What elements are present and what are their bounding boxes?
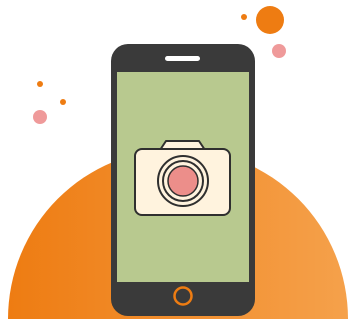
- phone-camera-illustration: [0, 0, 350, 319]
- decor-dot-pink-left: [33, 110, 47, 124]
- decor-dot-orange-small: [241, 14, 247, 20]
- decor-dot-orange-large: [256, 6, 284, 34]
- decor-dot-orange-left-top: [37, 81, 43, 87]
- camera-lens-inner: [167, 165, 199, 197]
- decor-dot-pink-top-right: [272, 44, 286, 58]
- speaker-slot-icon: [165, 56, 200, 61]
- illustration-svg: [8, 6, 348, 319]
- camera-icon: [134, 140, 231, 216]
- decor-dot-orange-left-mid: [60, 99, 66, 105]
